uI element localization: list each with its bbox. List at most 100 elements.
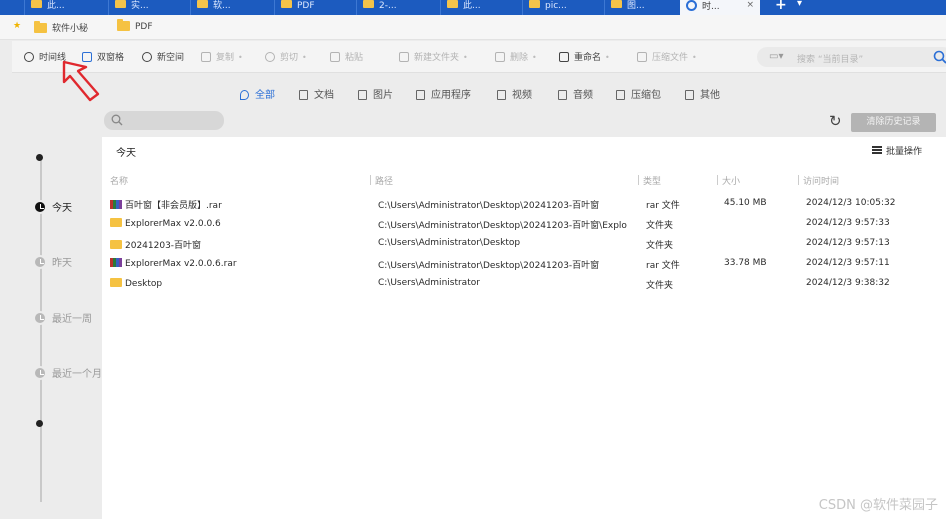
clear-history-button[interactable]: 清除历史记录	[851, 113, 936, 132]
search-box[interactable]: ▭▾ 搜索 “当前目录”	[757, 47, 946, 67]
paste-button[interactable]: 粘贴	[330, 50, 363, 63]
tab-4[interactable]: 2-...	[356, 0, 424, 15]
access-time: 2024/12/3 9:38:32	[806, 278, 890, 288]
app-icon	[416, 90, 425, 100]
bookmark-label: 软件小秘	[52, 24, 89, 34]
column-divider[interactable]	[717, 175, 718, 185]
copy-button[interactable]: 复制 •	[201, 50, 243, 63]
copy-label: 复制	[216, 53, 235, 63]
main-content: 全部 文档 图片 应用程序 视频 音频 压缩包 其他 ↻ 清除历史记录 今天 批…	[102, 73, 946, 519]
timeline-item-today[interactable]: 今天	[33, 199, 72, 214]
close-tab-icon[interactable]: ×	[746, 0, 754, 11]
compress-button[interactable]: 压缩文件 •	[637, 50, 697, 63]
file-name: 百叶窗【非会员版】.rar	[110, 198, 370, 211]
table-row[interactable]: 百叶窗【非会员版】.rar C:\Users\Administrator\Des…	[102, 195, 946, 215]
category-label: 全部	[255, 90, 275, 101]
clock-icon	[33, 311, 47, 325]
category-archives[interactable]: 压缩包	[616, 86, 661, 101]
cut-button[interactable]: 剪切 •	[265, 50, 307, 63]
timeline-item-yesterday[interactable]: 昨天	[33, 254, 72, 269]
clock-icon	[24, 52, 34, 62]
star-icon[interactable]: ★	[13, 21, 21, 31]
delete-button[interactable]: 删除 •	[495, 50, 537, 63]
tab-5[interactable]: 此...	[440, 0, 508, 15]
column-header-time[interactable]: 访问时间	[798, 174, 839, 187]
clock-icon	[33, 255, 47, 269]
table-row[interactable]: Desktop C:\Users\Administrator 文件夹 2024/…	[102, 275, 946, 295]
column-header-size[interactable]: 大小	[717, 174, 740, 187]
table-row[interactable]: 20241203-百叶窗 C:\Users\Administrator\Desk…	[102, 235, 946, 255]
folder-icon	[117, 19, 130, 31]
search-icon	[111, 114, 123, 126]
search-icon[interactable]	[933, 50, 946, 64]
tab-6[interactable]: pic...	[522, 0, 590, 15]
tab-menu-icon[interactable]: ▾	[797, 0, 802, 9]
category-video[interactable]: 视频	[497, 86, 532, 101]
column-header-type[interactable]: 类型	[638, 174, 661, 187]
tab-label: 实...	[131, 1, 149, 11]
category-audio[interactable]: 音频	[558, 86, 593, 101]
chevron-down-icon: •	[463, 53, 468, 62]
header-label: 访问时间	[803, 177, 840, 187]
category-all[interactable]: 全部	[240, 86, 275, 101]
refresh-icon[interactable]: ↻	[829, 113, 842, 129]
tab-2[interactable]: 软...	[190, 0, 254, 15]
batch-operations-button[interactable]: 批量操作	[871, 144, 922, 157]
folder-icon	[115, 0, 126, 8]
batch-label: 批量操作	[885, 147, 922, 157]
file-name: Desktop	[110, 278, 370, 289]
file-path: C:\Users\Administrator	[378, 278, 480, 288]
file-name-text: ExplorerMax v2.0.0.6.rar	[125, 259, 237, 269]
tab-0[interactable]: 此...	[24, 0, 86, 15]
column-divider[interactable]	[638, 175, 639, 185]
tab-7[interactable]: 图...	[604, 0, 672, 15]
category-images[interactable]: 图片	[358, 86, 393, 101]
folder-icon	[529, 0, 540, 8]
bookmarks-bar: ★ 软件小秘 PDF	[0, 15, 946, 40]
cut-label: 剪切	[280, 53, 299, 63]
file-name: 20241203-百叶窗	[110, 238, 370, 251]
new-folder-button[interactable]: 新建文件夹 •	[399, 50, 468, 63]
bookmark-item[interactable]: 软件小秘	[34, 21, 88, 34]
timeline-label: 今天	[52, 203, 72, 214]
folder-icon	[110, 240, 122, 249]
timeline-label: 最近一个月	[52, 369, 102, 380]
pin-icon	[240, 90, 249, 100]
filter-input[interactable]	[104, 111, 224, 130]
new-tab-button[interactable]: +	[775, 0, 787, 13]
column-header-path[interactable]: 路径	[370, 174, 393, 187]
bookmark-item[interactable]: PDF	[117, 19, 153, 32]
folder-icon	[31, 0, 42, 8]
header-label: 名称	[110, 177, 129, 187]
folder-icon	[197, 0, 208, 8]
timeline-end-dot	[36, 420, 43, 427]
category-label: 文档	[314, 90, 334, 101]
tab-label: 此...	[47, 1, 65, 11]
watermark: CSDN @软件菜园子	[818, 498, 938, 513]
rename-button[interactable]: 重命名 •	[559, 50, 610, 63]
tab-1[interactable]: 实...	[108, 0, 170, 15]
timeline-label: 昨天	[52, 258, 72, 269]
timeline-button[interactable]: 时间线	[24, 50, 66, 63]
table-row[interactable]: ExplorerMax v2.0.0.6 C:\Users\Administra…	[102, 215, 946, 235]
delete-label: 删除	[510, 53, 529, 63]
search-scope-dropdown-icon[interactable]: ▭▾	[769, 51, 783, 62]
folder-icon	[363, 0, 374, 8]
tab-8-active[interactable]: 时... ×	[680, 0, 760, 15]
access-time: 2024/12/3 9:57:11	[806, 258, 890, 268]
timeline-item-week[interactable]: 最近一周	[33, 310, 92, 325]
tab-3[interactable]: PDF	[274, 0, 342, 15]
column-header-name[interactable]: 名称	[110, 174, 128, 187]
category-other[interactable]: 其他	[685, 86, 720, 101]
table-row[interactable]: ExplorerMax v2.0.0.6.rar C:\Users\Admini…	[102, 255, 946, 275]
tab-label: 2-...	[379, 1, 397, 11]
column-divider[interactable]	[370, 175, 371, 185]
category-documents[interactable]: 文档	[299, 86, 334, 101]
new-space-button[interactable]: 新空间	[142, 50, 184, 63]
column-divider[interactable]	[798, 175, 799, 185]
tab-strip: 此... 实... 软... PDF 2-... 此... pic... 图..…	[0, 0, 946, 15]
category-applications[interactable]: 应用程序	[416, 86, 471, 101]
chevron-down-icon: •	[302, 53, 307, 62]
folder-icon	[110, 278, 122, 287]
timeline-item-month[interactable]: 最近一个月	[33, 365, 102, 380]
